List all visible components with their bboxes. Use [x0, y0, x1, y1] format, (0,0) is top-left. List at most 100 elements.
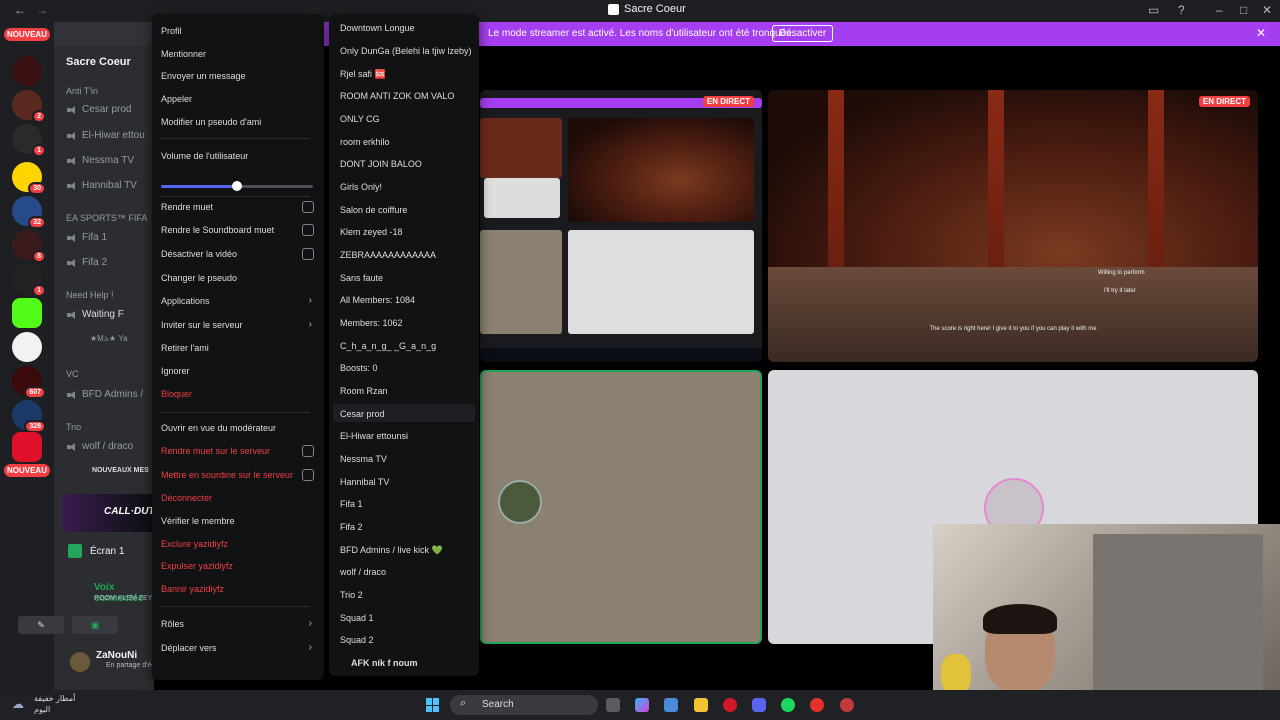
category-need-help[interactable]: Need Help ! — [66, 290, 114, 300]
forward-arrow-icon[interactable]: → — [36, 3, 48, 17]
move-channel-item[interactable]: DONT JOIN BALOO — [340, 159, 422, 169]
category-vc[interactable]: VC — [66, 369, 79, 379]
move-channel-item[interactable]: wolf / draco — [340, 567, 386, 577]
move-channel-item[interactable]: room erkhilo — [340, 137, 390, 147]
spotify-icon[interactable] — [781, 698, 795, 712]
menu-apps[interactable]: Applications — [161, 296, 210, 306]
category-anti[interactable]: Anti T'in — [66, 86, 98, 96]
server-icon-5[interactable]: 32 — [12, 196, 46, 229]
server-icon-9[interactable] — [12, 332, 42, 362]
menu-mute-soundboard[interactable]: Rendre le Soundboard muet — [161, 225, 274, 235]
app-icon[interactable] — [810, 698, 824, 712]
menu-moderator-view[interactable]: Ouvrir en vue du modérateur — [161, 423, 276, 433]
move-channel-item[interactable]: Only DunGa (Belehi la tjiw lzeby) — [340, 46, 472, 56]
move-channel-item[interactable]: Hannibal TV — [340, 477, 389, 487]
store-icon[interactable] — [664, 698, 678, 712]
taskbar-search[interactable]: Search — [450, 695, 598, 715]
new-badge-bottom[interactable]: NOUVEAU — [4, 464, 50, 477]
move-channel-item[interactable]: ZEBRAAAAAAAAAAAA — [340, 250, 436, 260]
stream-tile-1[interactable]: EN DIRECT — [480, 90, 762, 362]
menu-edit-friend-nickname[interactable]: Modifier un pseudo d'ami — [161, 117, 261, 127]
server-icon-12[interactable] — [12, 432, 42, 462]
move-channel-item[interactable]: Fifa 1 — [340, 499, 363, 509]
category-fifa[interactable]: EA SPORTS™ FIFA — [66, 213, 147, 223]
channel-cesar-prod[interactable]: Cesar prod — [67, 104, 131, 115]
move-channel-item[interactable]: El-Hiwar ettounsi — [340, 431, 408, 441]
channel-hannibal[interactable]: Hannibal TV — [67, 180, 137, 191]
new-messages-pill[interactable]: NOUVEAUX MES — [92, 467, 149, 474]
copilot-icon[interactable] — [635, 698, 649, 712]
menu-roles[interactable]: Rôles — [161, 619, 184, 629]
channel-bfd-admins[interactable]: BFD Admins / — [67, 389, 143, 400]
menu-mute[interactable]: Rendre muet — [161, 202, 213, 212]
menu-invite-to-server[interactable]: Inviter sur le serveur — [161, 320, 243, 330]
screen-share-button[interactable]: ▣ — [72, 616, 118, 634]
server-icon-11[interactable]: 328 — [12, 400, 46, 433]
server-icon-10[interactable]: 607 — [12, 366, 46, 399]
minimize-icon[interactable]: – — [1216, 3, 1223, 17]
maximize-icon[interactable]: □ — [1240, 3, 1247, 17]
move-channel-item[interactable]: Rjel safi 🆘 — [340, 69, 386, 80]
video-checkbox[interactable] — [302, 248, 314, 260]
menu-kick[interactable]: Expulser yazidiyfz — [161, 561, 233, 571]
new-badge-top[interactable]: NOUVEAU — [4, 28, 50, 41]
move-channel-item[interactable]: Squad 2 — [340, 635, 374, 645]
discord-icon[interactable] — [752, 698, 766, 712]
menu-profile[interactable]: Profil — [161, 26, 182, 36]
channel-fifa-2[interactable]: Fifa 2 — [67, 257, 107, 268]
menu-ban[interactable]: Bannir yazidiyfz — [161, 584, 224, 594]
back-arrow-icon[interactable]: ← — [14, 3, 26, 17]
user-name[interactable]: ZaNouNi — [96, 650, 137, 661]
menu-timeout[interactable]: Exclure yazidiyfz — [161, 539, 228, 549]
server-mute-checkbox[interactable] — [302, 445, 314, 457]
server-icon-3[interactable]: 1 — [12, 124, 46, 157]
menu-ignore[interactable]: Ignorer — [161, 366, 190, 376]
channel-el-hiwar[interactable]: El-Hiwar ettou — [67, 130, 145, 141]
screen-share-preview[interactable]: Écran 1 — [68, 544, 124, 558]
server-icon-6[interactable]: 8 — [12, 230, 46, 263]
move-channel-item[interactable]: Salon de coiffure — [340, 205, 407, 215]
menu-change-nickname[interactable]: Changer le pseudo — [161, 273, 237, 283]
move-channel-item[interactable]: Cesar prod — [340, 409, 385, 419]
move-channel-item[interactable]: Fifa 2 — [340, 522, 363, 532]
server-name[interactable]: Sacre Coeur — [66, 56, 131, 68]
server-icon-1[interactable] — [12, 56, 42, 86]
user-tile-speaking[interactable] — [480, 370, 762, 644]
user-avatar[interactable] — [70, 652, 90, 672]
move-channel-item[interactable]: Girls Only! — [340, 182, 382, 192]
move-channel-item[interactable]: Members: 1062 — [340, 318, 403, 328]
menu-disconnect[interactable]: Déconnecter — [161, 493, 212, 503]
menu-mention[interactable]: Mentionner — [161, 49, 206, 59]
mute-checkbox[interactable] — [302, 201, 314, 213]
disable-streamer-button[interactable]: Désactiver — [772, 25, 834, 42]
user-volume-slider[interactable] — [161, 181, 313, 191]
menu-server-mute[interactable]: Rendre muet sur le serveur — [161, 446, 270, 456]
close-icon[interactable]: ✕ — [1262, 3, 1272, 17]
move-channel-item[interactable]: Sans faute — [340, 273, 383, 283]
menu-send-message[interactable]: Envoyer un message — [161, 71, 246, 81]
channel-fifa-1[interactable]: Fifa 1 — [67, 232, 107, 243]
move-channel-item[interactable]: Klem zeyed -18 — [340, 227, 403, 237]
volume-knob[interactable] — [232, 181, 242, 191]
move-channel-item[interactable]: ROOM ANTI ZOK OM VALO — [340, 91, 454, 101]
help-icon[interactable]: ? — [1178, 3, 1185, 17]
move-channel-item[interactable]: Squad 1 — [340, 613, 374, 623]
soundboard-checkbox[interactable] — [302, 224, 314, 236]
menu-call[interactable]: Appeler — [161, 94, 192, 104]
server-icon-4[interactable]: 30 — [12, 162, 46, 195]
move-channel-item[interactable]: All Members: 1084 — [340, 295, 415, 305]
channel-wolf-draco[interactable]: wolf / draco — [67, 441, 133, 452]
menu-block[interactable]: Bloquer — [161, 389, 192, 399]
menu-remove-friend[interactable]: Retirer l'ami — [161, 343, 209, 353]
noise-suppression-button[interactable]: ✎ — [18, 616, 64, 634]
inbox-icon[interactable]: ▭ — [1148, 3, 1159, 17]
move-channel-item[interactable]: ONLY CG — [340, 114, 380, 124]
move-channel-item[interactable]: C_h_a_n_g_ _G_a_n_g — [340, 341, 436, 351]
windows-start-icon[interactable] — [426, 698, 440, 712]
kick-server-icon[interactable] — [12, 298, 42, 328]
file-explorer-icon[interactable] — [694, 698, 708, 712]
move-channel-item[interactable]: Trio 2 — [340, 590, 363, 600]
category-trio[interactable]: Trio — [66, 422, 81, 432]
voice-member[interactable]: ★M৯★ Ya — [90, 333, 128, 346]
move-channel-item[interactable]: Room Rzan — [340, 386, 388, 396]
